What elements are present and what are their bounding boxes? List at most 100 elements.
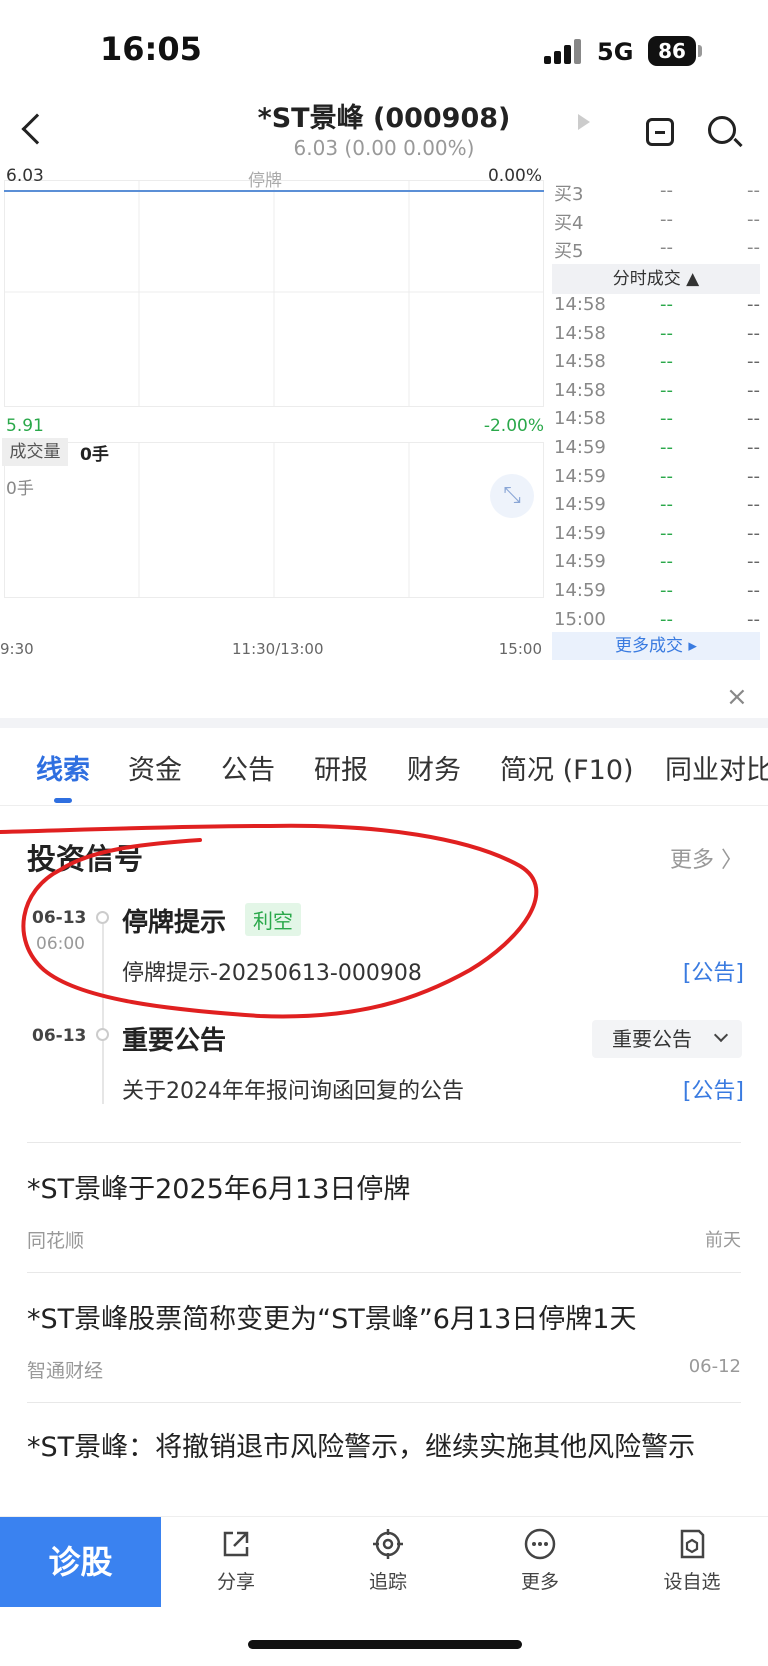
news-divider — [27, 1142, 741, 1143]
order-price: -- — [660, 180, 673, 201]
tab-finance[interactable]: 财务 — [407, 748, 461, 787]
trade-row: 14:59 -- -- — [552, 551, 760, 580]
trade-time: 14:59 — [554, 522, 606, 544]
trade-row: 14:58 -- -- — [552, 294, 760, 323]
news-source: 智通财经 — [27, 1360, 104, 1382]
chevron-down-icon — [713, 1027, 729, 1043]
status-time: 16:05 — [100, 30, 202, 68]
trade-volume: -- — [747, 379, 760, 401]
pct-high-label: 0.00% — [487, 166, 542, 186]
trade-row: 14:59 -- -- — [552, 523, 760, 552]
play-icon[interactable] — [578, 114, 590, 130]
trade-price: -- — [660, 551, 673, 573]
trade-price: -- — [660, 408, 673, 430]
time-end-label: 15:00 — [498, 640, 542, 658]
share-label: 分享 — [216, 1571, 255, 1593]
trade-price: -- — [660, 579, 673, 601]
tab-peers[interactable]: 同业对比 — [665, 748, 768, 787]
trade-time: 14:59 — [554, 494, 606, 516]
news-divider — [27, 1272, 741, 1273]
news-title[interactable]: *ST景峰股票简称变更为“ST景峰”6月13日停牌1天 — [27, 1298, 741, 1342]
trade-time: 14:59 — [554, 579, 606, 601]
pct-low-label: -2.00% — [483, 416, 544, 436]
signal-date: 06-13 — [32, 1026, 87, 1046]
trade-volume: -- — [747, 322, 760, 344]
bottom-toolbar: 诊股 分享 追踪 更多 设自选 — [0, 1516, 768, 1607]
section-divider — [0, 718, 768, 728]
price-low-label: 5.91 — [6, 416, 44, 436]
signal-description[interactable]: 关于2024年年报问询函回复的公告 — [122, 1073, 464, 1105]
diagnose-button[interactable]: 诊股 — [0, 1517, 161, 1607]
battery-icon: 86 — [648, 36, 696, 66]
share-icon — [223, 1531, 249, 1557]
trade-time: 15:00 — [554, 608, 606, 630]
order-volume: -- — [747, 237, 760, 259]
trade-price: -- — [660, 379, 673, 401]
signals-more-link[interactable]: 更多 〉 — [670, 842, 743, 874]
close-icon[interactable]: × — [726, 682, 748, 712]
news-date: 前天 — [705, 1230, 741, 1251]
trade-row: 14:58 -- -- — [552, 323, 760, 352]
search-icon[interactable] — [708, 116, 736, 144]
announcement-link[interactable]: [公告] — [683, 1073, 744, 1105]
trade-time: 14:58 — [554, 322, 606, 344]
announcement-link[interactable]: [公告] — [683, 955, 744, 987]
tab-profile[interactable]: 简况 (F10) — [500, 748, 634, 787]
track-label: 追踪 — [368, 1571, 407, 1593]
time-mid-label: 11:30/13:00 — [232, 640, 324, 658]
trade-volume: -- — [747, 551, 760, 573]
signal-description[interactable]: 停牌提示-20250613-000908 — [122, 955, 422, 987]
bearish-tag: 利空 — [245, 903, 301, 936]
trade-volume: -- — [747, 579, 760, 601]
order-book-row: 买4 -- -- — [552, 209, 760, 238]
tab-research[interactable]: 研报 — [314, 748, 368, 787]
trade-row: 14:58 -- -- — [552, 351, 760, 380]
news-title[interactable]: *ST景峰：将撤销退市风险警示，继续实施其他风险警示 — [27, 1426, 741, 1516]
add-watchlist-button[interactable]: 设自选 — [642, 1527, 742, 1594]
order-label: 买3 — [554, 184, 584, 205]
suspended-label: 停牌 — [248, 171, 282, 191]
tab-funds[interactable]: 资金 — [128, 748, 182, 787]
add-watchlist-icon — [680, 1529, 705, 1559]
remove-watchlist-icon[interactable] — [646, 118, 674, 146]
network-label: 5G — [597, 38, 634, 66]
announcement-filter-select[interactable]: 重要公告 — [592, 1020, 742, 1058]
tab-clues[interactable]: 线索 — [36, 748, 90, 787]
track-button[interactable]: 追踪 — [338, 1527, 438, 1594]
order-price: -- — [660, 237, 673, 259]
trade-volume: -- — [747, 408, 760, 430]
order-volume: -- — [747, 208, 760, 230]
timeline-dot — [96, 911, 109, 924]
signal-title[interactable]: 停牌提示 — [122, 902, 226, 939]
more-label: 更多 — [520, 1571, 559, 1593]
volume-label: 成交量 — [2, 438, 68, 466]
battery-cap — [698, 45, 702, 57]
trade-volume: -- — [747, 608, 760, 630]
volume-value: 0手 — [80, 445, 109, 465]
trade-row: 14:58 -- -- — [552, 380, 760, 409]
trade-volume: -- — [747, 351, 760, 373]
more-dots-icon — [524, 1528, 556, 1560]
news-date: 06-12 — [688, 1356, 741, 1377]
trade-time: 14:58 — [554, 351, 606, 373]
more-button[interactable]: 更多 — [490, 1527, 590, 1594]
time-start-label: 9:30 — [0, 640, 34, 658]
signals-title: 投资信号 — [27, 842, 144, 876]
select-value: 重要公告 — [612, 1027, 692, 1051]
trade-price: -- — [660, 465, 673, 487]
trades-header-toggle[interactable]: 分时成交 ▲ — [552, 264, 760, 294]
intraday-chart[interactable]: 6.03 停牌 0.00% 5.91 -2.00% 成交量 0手 0手 ⤡ 9:… — [0, 166, 548, 658]
trade-time: 14:59 — [554, 465, 606, 487]
trade-price: -- — [660, 522, 673, 544]
more-trades-button[interactable]: 更多成交 ▸ — [552, 632, 760, 660]
news-title[interactable]: *ST景峰于2025年6月13日停牌 — [27, 1168, 741, 1212]
signal-title[interactable]: 重要公告 — [122, 1020, 226, 1057]
expand-chart-button[interactable]: ⤡ — [490, 474, 534, 518]
trade-time: 14:58 — [554, 294, 606, 315]
watchlist-label: 设自选 — [663, 1571, 721, 1593]
news-divider — [27, 1402, 741, 1403]
stock-header: *ST景峰 (000908) 6.03 (0.00 0.00%) — [0, 86, 768, 168]
share-button[interactable]: 分享 — [186, 1527, 286, 1594]
trades-list: 14:58 -- -- 14:58 -- -- 14:58 -- -- 14:58 -- -- 14:5… — [552, 294, 760, 637]
tab-announcements[interactable]: 公告 — [221, 748, 275, 787]
